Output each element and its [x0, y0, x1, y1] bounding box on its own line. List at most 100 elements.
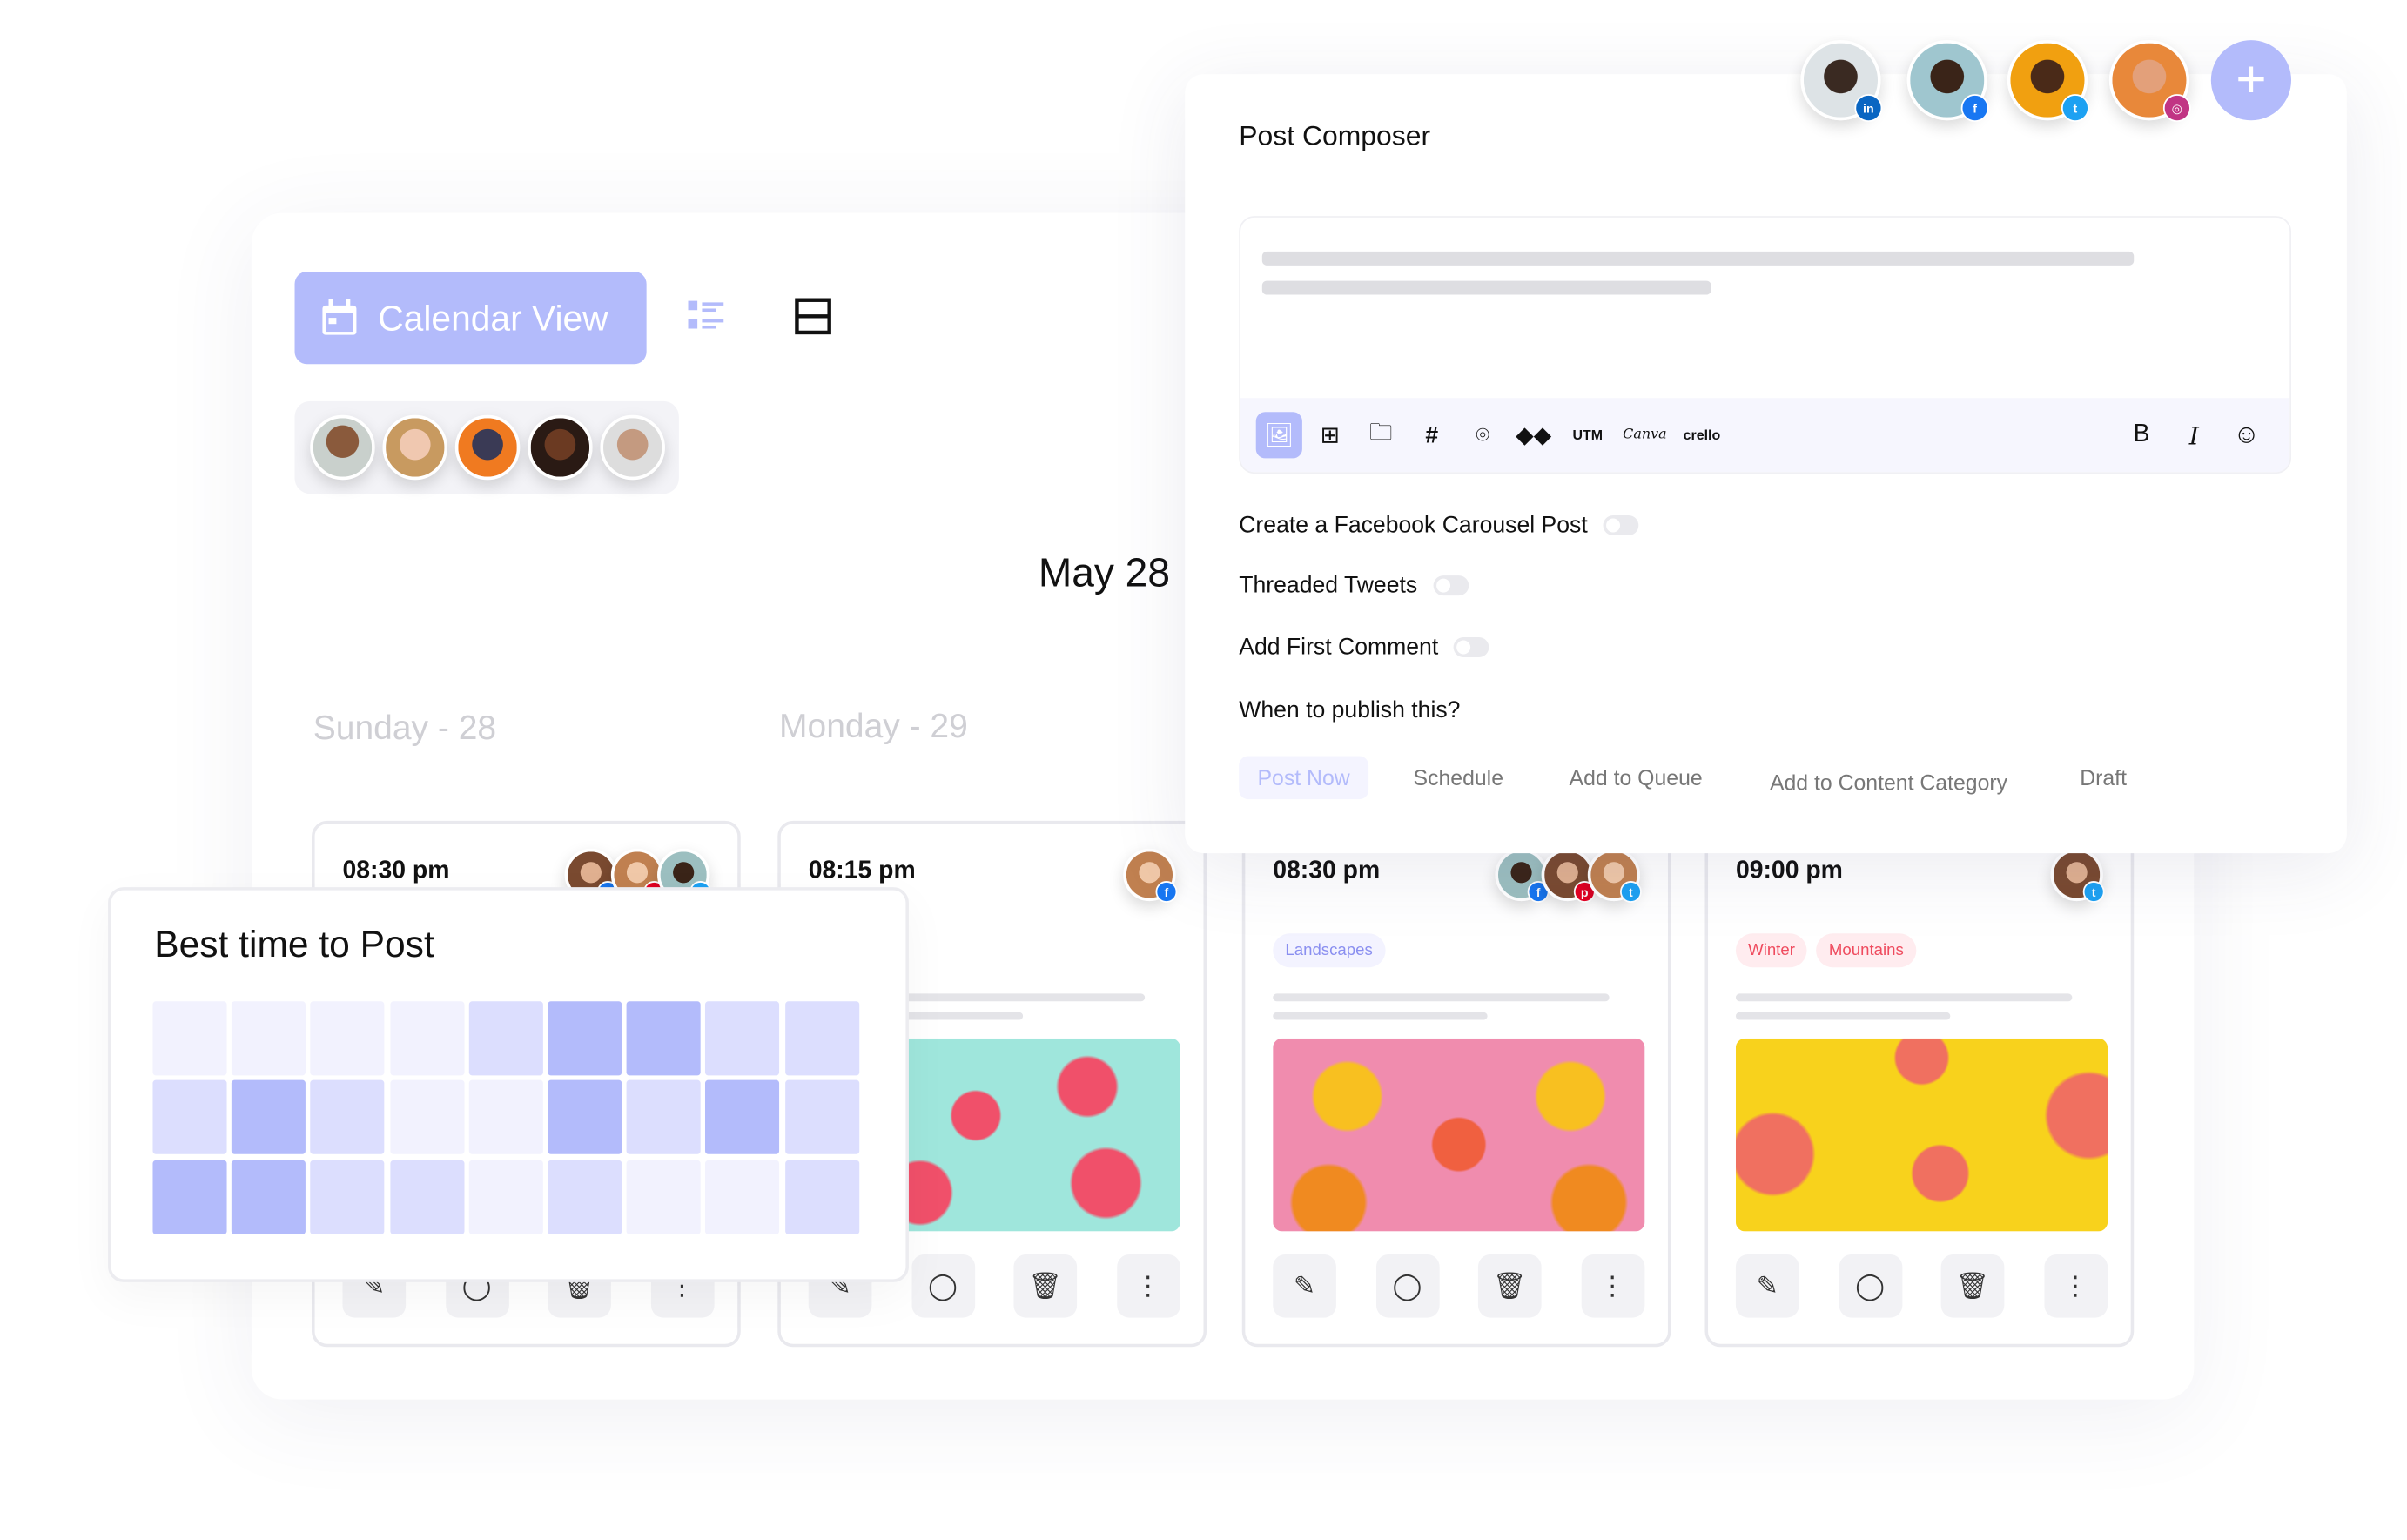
- linkedin-icon: in: [1854, 94, 1883, 123]
- bold-button[interactable]: B: [2119, 412, 2165, 458]
- delete-button[interactable]: 🗑: [1013, 1254, 1078, 1318]
- edit-button[interactable]: ✎: [1273, 1254, 1336, 1318]
- facebook-icon: f: [1960, 94, 1989, 123]
- tab-add-to-queue[interactable]: Add to Queue: [1550, 756, 1721, 799]
- post-card[interactable]: 08:30 pm fp t Landscapes ✎ ◯ 🗑 ⋮: [1241, 820, 1671, 1348]
- account-avatar[interactable]: p: [1541, 848, 1596, 903]
- carousel-option: Create a Facebook Carousel Post: [1239, 512, 1639, 539]
- date-heading: May 28: [1038, 548, 1170, 596]
- comment-button[interactable]: ◯: [1838, 1254, 1902, 1318]
- emoji-icon[interactable]: ☺: [2223, 412, 2269, 458]
- post-image: [1735, 1038, 2108, 1232]
- heatmap-cell: [389, 1080, 464, 1155]
- post-time: 08:30 pm: [1273, 857, 1381, 884]
- account-avatar-linkedin[interactable]: in: [1800, 40, 1883, 123]
- hashtag-icon[interactable]: #: [1409, 412, 1455, 458]
- option-label: Create a Facebook Carousel Post: [1239, 512, 1588, 539]
- heatmap-cell: [626, 1001, 702, 1076]
- heatmap-cell: [310, 1001, 386, 1076]
- option-label: Add First Comment: [1239, 634, 1439, 661]
- post-composer: Post Composer 🖼 ⊞ 🗀 # ⌾ ◆◆ UTM Canva cre…: [1185, 74, 2347, 854]
- heatmap-cell: [705, 1080, 780, 1155]
- comment-icon: ◯: [1392, 1270, 1422, 1301]
- diamond-link-icon[interactable]: ◆◆: [1510, 412, 1556, 458]
- heatmap-cell: [548, 1001, 622, 1076]
- folder-icon[interactable]: 🗀: [1358, 412, 1404, 458]
- tab-add-to-content-category[interactable]: Add to Content Category: [1751, 761, 2027, 804]
- threaded-tweets-toggle[interactable]: [1432, 575, 1469, 596]
- more-button[interactable]: ⋮: [1580, 1254, 1644, 1318]
- post-tag[interactable]: Landscapes: [1273, 933, 1385, 968]
- heatmap-cell: [548, 1080, 622, 1155]
- heatmap-cell: [784, 1160, 859, 1234]
- delete-button[interactable]: 🗑: [1477, 1254, 1542, 1318]
- italic-button[interactable]: I: [2171, 412, 2217, 458]
- video-upload-icon[interactable]: ⊞: [1307, 412, 1353, 458]
- more-button[interactable]: ⋮: [2043, 1254, 2108, 1318]
- account-avatar[interactable]: t: [2050, 848, 2105, 903]
- facebook-icon: f: [1155, 881, 1178, 903]
- post-image: [1273, 1038, 1645, 1232]
- account-avatar[interactable]: t: [1587, 848, 1642, 903]
- avatar[interactable]: [600, 414, 665, 481]
- instagram-icon: ◎: [2162, 94, 2191, 123]
- first-comment-option: Add First Comment: [1239, 634, 1489, 661]
- more-button[interactable]: ⋮: [1116, 1254, 1180, 1318]
- comment-button[interactable]: ◯: [911, 1254, 975, 1318]
- comment-button[interactable]: ◯: [1375, 1254, 1439, 1318]
- account-avatar[interactable]: f: [1495, 848, 1550, 903]
- post-text-input[interactable]: 🖼 ⊞ 🗀 # ⌾ ◆◆ UTM Canva crello B I ☺: [1239, 216, 2292, 474]
- utm-button[interactable]: UTM: [1562, 412, 1614, 458]
- tab-draft[interactable]: Draft: [2061, 756, 2145, 799]
- calendar-view-button[interactable]: Calendar View: [294, 271, 647, 365]
- team-avatars: [294, 400, 679, 494]
- add-account-button[interactable]: +: [2210, 40, 2292, 121]
- delete-icon: 🗑: [1493, 1270, 1527, 1301]
- more-icon: ⋮: [2061, 1270, 2088, 1301]
- heatmap-cell: [310, 1160, 386, 1234]
- account-avatar-instagram[interactable]: ◎: [2108, 40, 2191, 123]
- publish-question: When to publish this?: [1239, 697, 1461, 724]
- canva-button[interactable]: Canva: [1618, 412, 1671, 458]
- account-avatar-twitter[interactable]: t: [2007, 40, 2089, 123]
- delete-icon: 🗑: [1955, 1270, 1990, 1301]
- post-card[interactable]: 09:00 pm t Winter Mountains ✎ ◯ 🗑 ⋮: [1704, 820, 2135, 1348]
- threaded-tweets-option: Threaded Tweets: [1239, 572, 1469, 599]
- heatmap-cell: [548, 1160, 622, 1234]
- grid-view-icon[interactable]: [795, 298, 832, 335]
- avatar[interactable]: [310, 414, 375, 481]
- heatmap-cell: [389, 1001, 464, 1076]
- location-pin-icon[interactable]: ⌾: [1460, 412, 1506, 458]
- carousel-toggle[interactable]: [1603, 514, 1639, 536]
- account-avatar-facebook[interactable]: f: [1906, 40, 1989, 123]
- account-avatar[interactable]: f: [1123, 848, 1178, 903]
- twitter-icon: t: [1620, 881, 1642, 903]
- tab-post-now[interactable]: Post Now: [1239, 756, 1368, 800]
- twitter-icon: t: [2061, 94, 2089, 123]
- plus-icon: +: [2236, 50, 2267, 109]
- tab-schedule[interactable]: Schedule: [1395, 756, 1522, 799]
- edit-icon: ✎: [1756, 1270, 1778, 1301]
- heatmap-cell: [626, 1080, 702, 1155]
- list-view-icon[interactable]: [688, 299, 725, 333]
- avatar[interactable]: [454, 414, 521, 481]
- edit-button[interactable]: ✎: [1735, 1254, 1799, 1318]
- crello-button[interactable]: crello: [1676, 412, 1728, 458]
- heatmap-cell: [784, 1080, 859, 1155]
- delete-button[interactable]: 🗑: [1940, 1254, 2005, 1318]
- image-upload-icon[interactable]: 🖼: [1255, 412, 1302, 459]
- first-comment-toggle[interactable]: [1453, 637, 1489, 658]
- heatmap-cell: [626, 1160, 702, 1234]
- post-tag[interactable]: Mountains: [1816, 933, 1916, 968]
- option-label: Threaded Tweets: [1239, 572, 1418, 599]
- heatmap-cell: [784, 1001, 859, 1076]
- heatmap-cell: [152, 1160, 227, 1234]
- post-tag[interactable]: Winter: [1735, 933, 1808, 968]
- twitter-icon: t: [2082, 881, 2105, 903]
- heatmap-cell: [705, 1160, 780, 1234]
- avatar[interactable]: [528, 414, 593, 481]
- more-icon: ⋮: [1134, 1270, 1161, 1301]
- calendar-view-label: Calendar View: [378, 297, 608, 338]
- avatar[interactable]: [382, 414, 447, 481]
- best-time-card: Best time to Post: [108, 887, 909, 1282]
